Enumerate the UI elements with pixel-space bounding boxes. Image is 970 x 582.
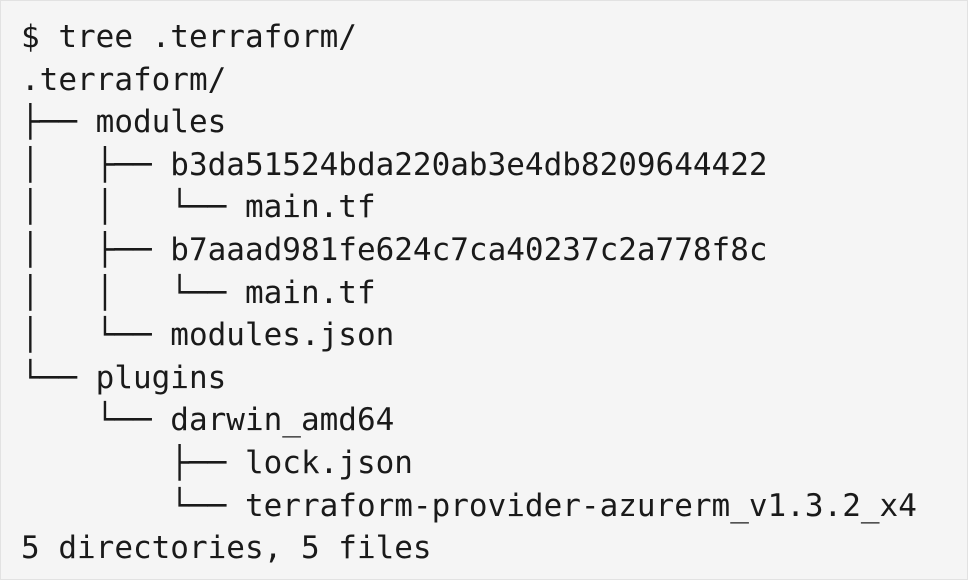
- tree-entry-module-dir: │ ├── b7aaad981fe624c7ca40237c2a778f8c: [21, 231, 768, 268]
- tree-entry-file: ├── lock.json: [21, 444, 413, 481]
- tree-summary-line: 5 directories, 5 files: [21, 530, 432, 567]
- tree-entry-file: │ │ └── main.tf: [21, 189, 376, 226]
- tree-entry-file: └── terraform-provider-azurerm_v1.3.2_x4: [21, 487, 917, 524]
- tree-entry-file: │ │ └── main.tf: [21, 274, 376, 311]
- tree-entry-module-dir: │ ├── b3da51524bda220ab3e4db8209644422: [21, 146, 768, 183]
- tree-entry-plugins-dir: └── plugins: [21, 359, 227, 396]
- tree-entry-platform-dir: └── darwin_amd64: [21, 402, 395, 439]
- tree-root-dir: .terraform/: [21, 61, 227, 98]
- terminal-window: $ tree .terraform/ .terraform/ ├── modul…: [0, 0, 968, 580]
- tree-entry-modules-dir: ├── modules: [21, 104, 227, 141]
- tree-entry-file: │ └── modules.json: [21, 317, 395, 354]
- command-prompt-line: $ tree .terraform/: [21, 19, 357, 55]
- terminal-output: $ tree .terraform/ .terraform/ ├── modul…: [21, 16, 917, 570]
